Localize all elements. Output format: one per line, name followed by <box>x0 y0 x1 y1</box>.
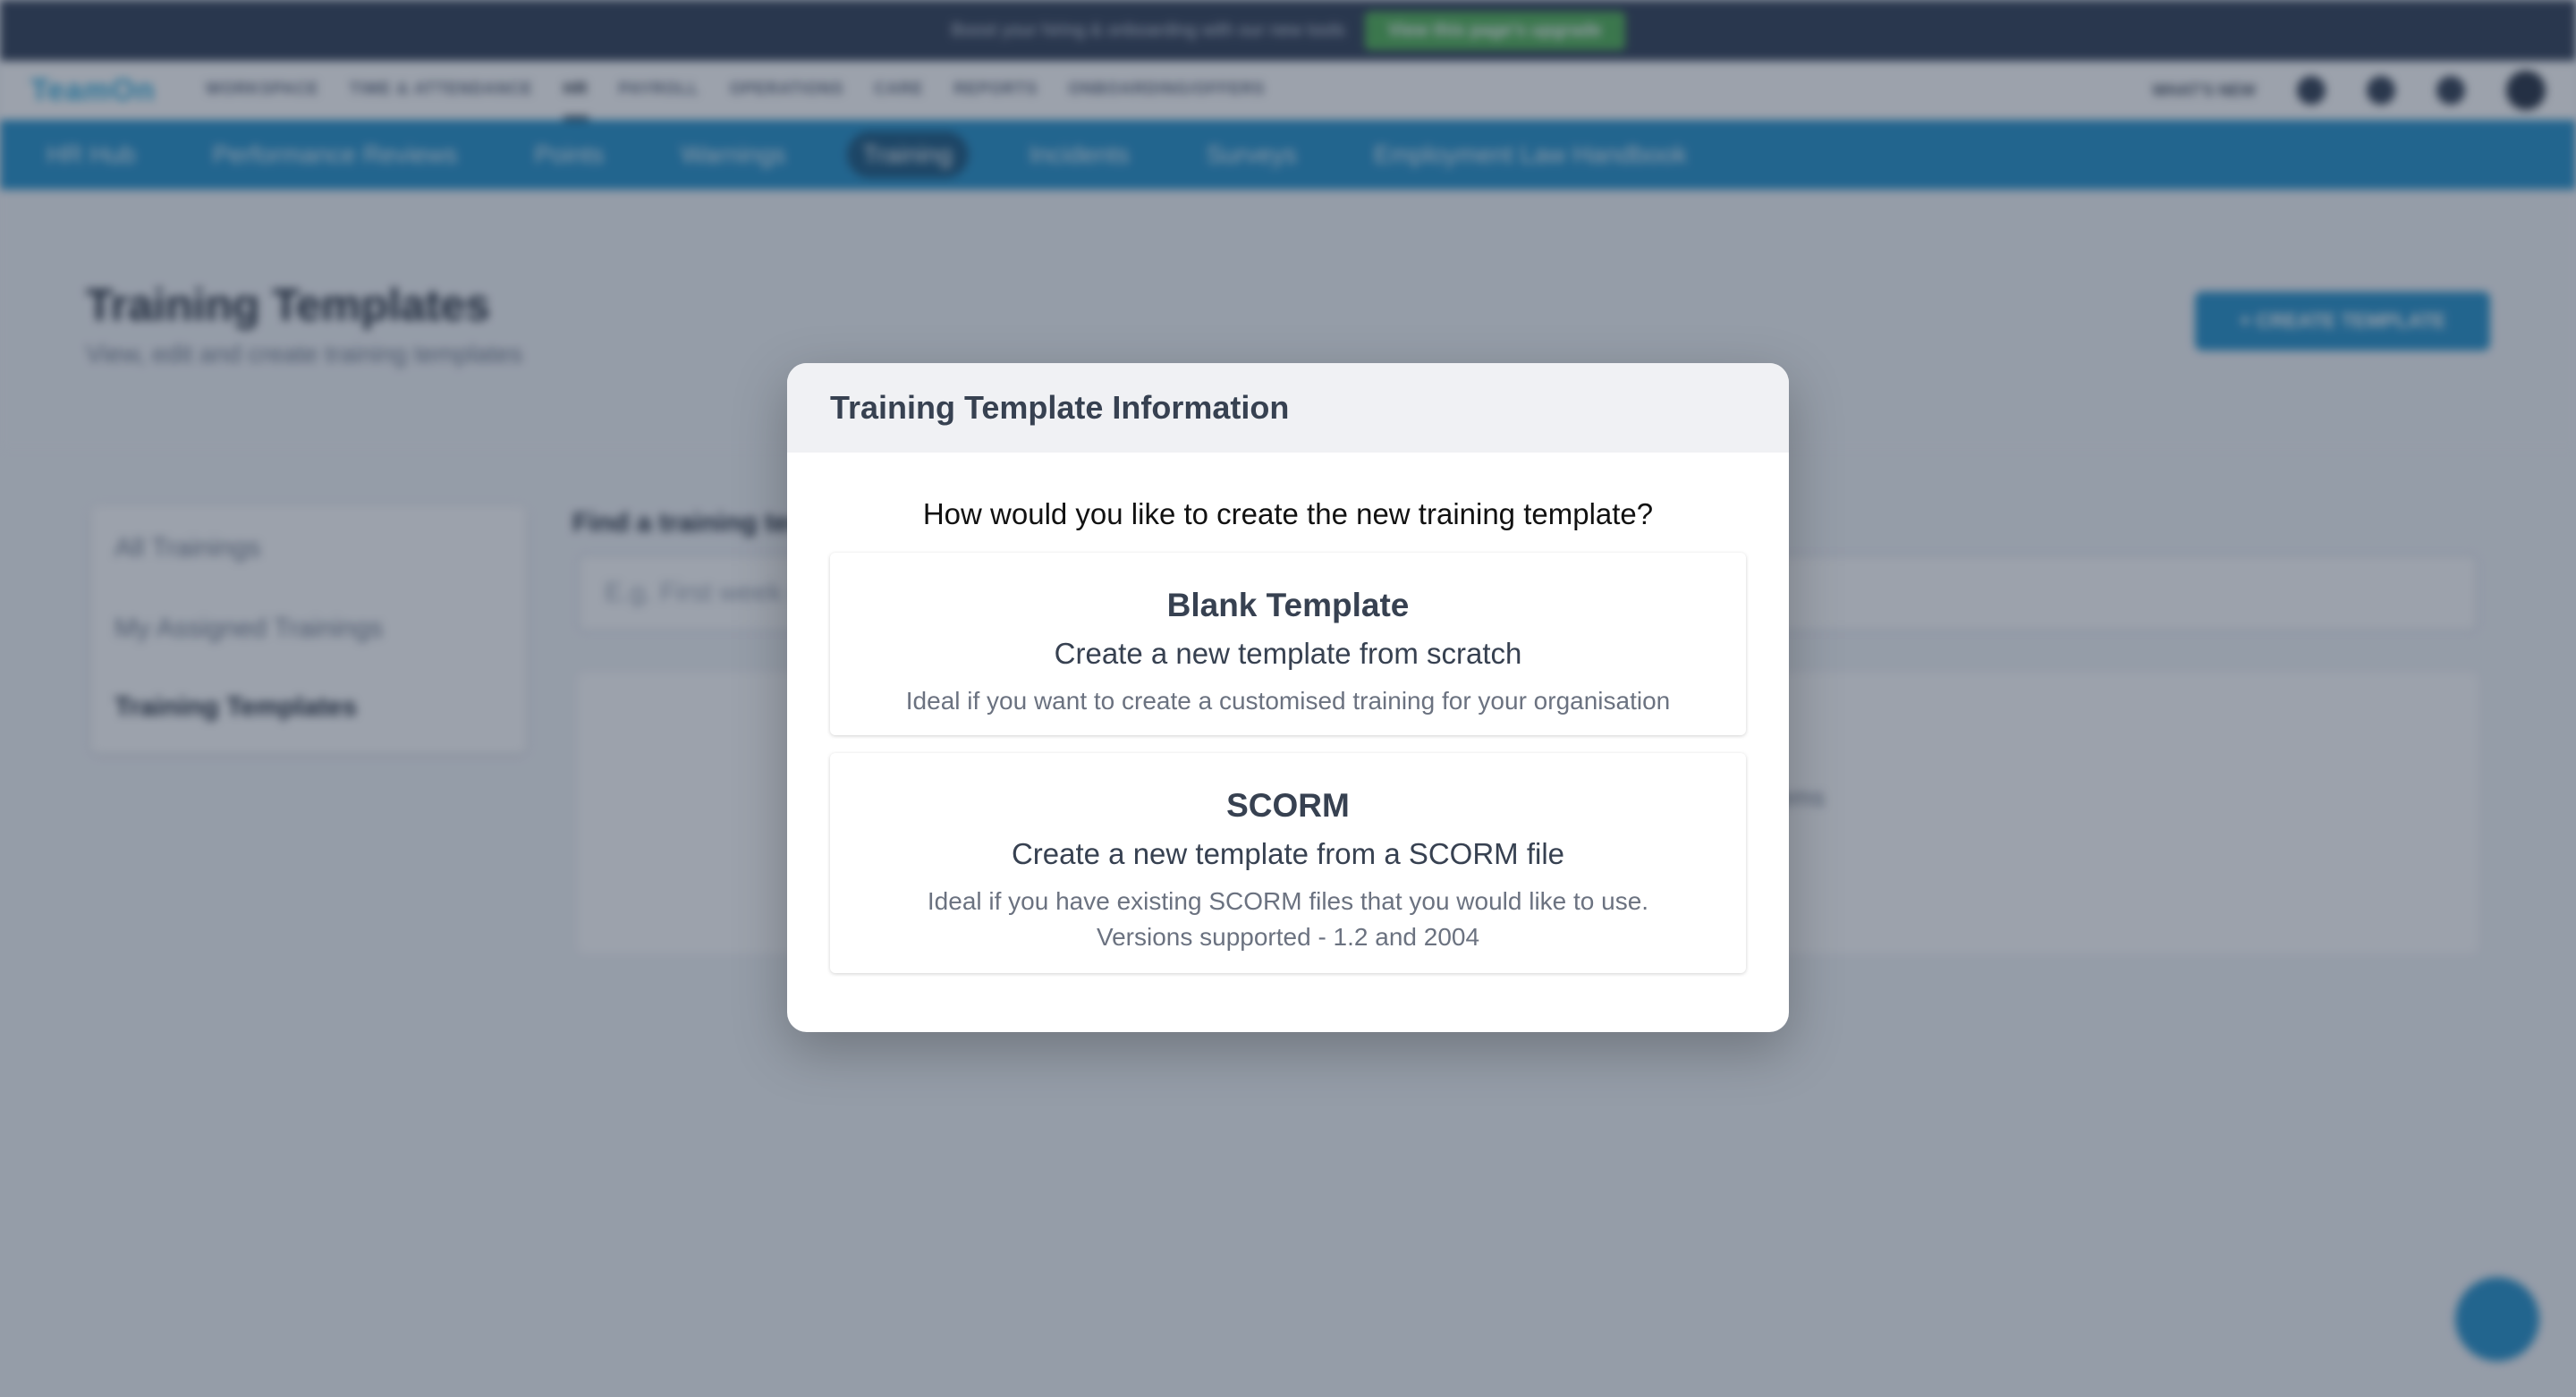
option-versions: Versions supported - 1.2 and 2004 <box>1096 923 1480 951</box>
option-subtitle: Create a new template from a SCORM file <box>1011 837 1565 870</box>
training-template-modal: Training Template Information How would … <box>787 363 1789 1032</box>
option-description: Ideal if you have existing SCORM files t… <box>927 887 1649 915</box>
option-subtitle: Create a new template from scratch <box>1054 637 1522 670</box>
modal-question: How would you like to create the new tra… <box>922 497 1654 530</box>
blank-template-option[interactable]: Blank Template Create a new template fro… <box>830 553 1746 735</box>
modal-header: Training Template Information <box>787 363 1789 453</box>
option-title: SCORM <box>1226 787 1350 824</box>
option-title: Blank Template <box>1166 587 1410 623</box>
scorm-option[interactable]: SCORM Create a new template from a SCORM… <box>830 753 1746 973</box>
option-description: Ideal if you want to create a customised… <box>905 687 1671 715</box>
modal-title: Training Template Information <box>830 389 1290 426</box>
